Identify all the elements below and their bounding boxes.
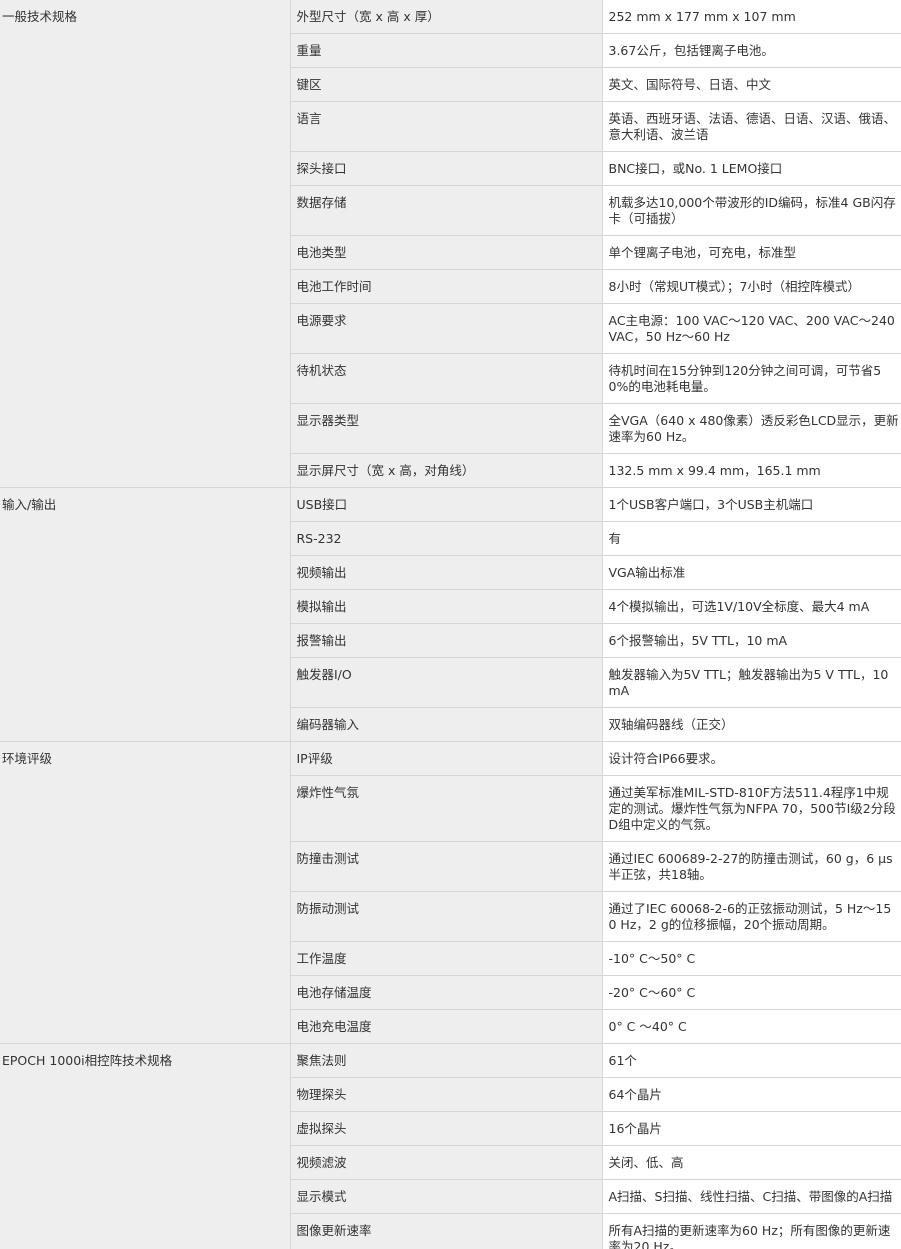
spec-label: 语言: [290, 101, 603, 152]
spec-value: 单个锂离子电池，可充电，标准型: [602, 235, 901, 270]
spec-value: 机载多达10,000个带波形的ID编码，标准4 GB闪存卡（可插拔）: [602, 185, 901, 236]
spec-label: 外型尺寸（宽 x 高 x 厚）: [290, 0, 603, 34]
spec-value: 触发器输入为5V TTL；触发器输出为5 V TTL，10 mA: [602, 657, 901, 708]
spec-label: 报警输出: [290, 623, 603, 658]
spec-value: -20° C～60° C: [602, 975, 901, 1010]
spec-value: 16个晶片: [602, 1111, 901, 1146]
spec-value: 132.5 mm x 99.4 mm，165.1 mm: [602, 453, 901, 488]
spec-value: 所有A扫描的更新速率为60 Hz；所有图像的更新速率为20 Hz。: [602, 1213, 901, 1249]
category-cell: 输入/输出: [0, 487, 291, 742]
spec-value: 英语、西班牙语、法语、德语、日语、汉语、俄语、意大利语、波兰语: [602, 101, 901, 152]
spec-value: BNC接口，或No. 1 LEMO接口: [602, 151, 901, 186]
spec-label: 聚焦法则: [290, 1043, 603, 1078]
spec-label: 电池类型: [290, 235, 603, 270]
spec-label: 图像更新速率: [290, 1213, 603, 1249]
spec-label: 电池工作时间: [290, 269, 603, 304]
spec-value: VGA输出标准: [602, 555, 901, 590]
spec-label: 电源要求: [290, 303, 603, 354]
spec-value: 双轴编码器线（正交）: [602, 707, 901, 742]
spec-label: 显示屏尺寸（宽 x 高，对角线）: [290, 453, 603, 488]
spec-value: 4个模拟输出，可选1V/10V全标度、最大4 mA: [602, 589, 901, 624]
spec-value: 8小时（常规UT模式）；7小时（相控阵模式）: [602, 269, 901, 304]
spec-label: 触发器I/O: [290, 657, 603, 708]
spec-label: 防振动测试: [290, 891, 603, 942]
spec-label: RS-232: [290, 521, 603, 556]
spec-label: 探头接口: [290, 151, 603, 186]
spec-value: 61个: [602, 1043, 901, 1078]
spec-label: 数据存储: [290, 185, 603, 236]
spec-label: IP评级: [290, 741, 603, 776]
spec-label: 虚拟探头: [290, 1111, 603, 1146]
spec-label: 电池存储温度: [290, 975, 603, 1010]
spec-label: 待机状态: [290, 353, 603, 404]
spec-label: 电池充电温度: [290, 1009, 603, 1044]
spec-table: 一般技术规格 外型尺寸（宽 x 高 x 厚） 252 mm x 177 mm x 1…: [0, 0, 901, 1249]
spec-value: 252 mm x 177 mm x 107 mm: [602, 0, 901, 34]
spec-value: 1个USB客户端口，3个USB主机端口: [602, 487, 901, 522]
spec-value: 全VGA（640 x 480像素）透反彩色LCD显示，更新速率为60 Hz。: [602, 403, 901, 454]
spec-label: 编码器输入: [290, 707, 603, 742]
spec-table-body: 一般技术规格 外型尺寸（宽 x 高 x 厚） 252 mm x 177 mm x 1…: [0, 0, 901, 1249]
spec-value: 64个晶片: [602, 1077, 901, 1112]
spec-value: -10° C～50° C: [602, 941, 901, 976]
spec-value: 关闭、低、高: [602, 1145, 901, 1180]
spec-label: 爆炸性气氛: [290, 775, 603, 842]
spec-value: 有: [602, 521, 901, 556]
spec-value: 待机时间在15分钟到120分钟之间可调，可节省50%的电池耗电量。: [602, 353, 901, 404]
spec-value: A扫描、S扫描、线性扫描、C扫描、带图像的A扫描: [602, 1179, 901, 1214]
category-cell: 环境评级: [0, 741, 291, 1044]
spec-label: 模拟输出: [290, 589, 603, 624]
spec-value: 通过了IEC 60068-2-6的正弦振动测试，5 Hz～150 Hz，2 g的…: [602, 891, 901, 942]
spec-label: 重量: [290, 33, 603, 68]
spec-value: AC主电源：100 VAC～120 VAC、200 VAC～240 VAC，50…: [602, 303, 901, 354]
spec-value: 英文、国际符号、日语、中文: [602, 67, 901, 102]
spec-label: 视频输出: [290, 555, 603, 590]
spec-value: 0° C ～40° C: [602, 1009, 901, 1044]
spec-label: 工作温度: [290, 941, 603, 976]
category-cell: 一般技术规格: [0, 0, 291, 488]
spec-value: 设计符合IP66要求。: [602, 741, 901, 776]
spec-label: 物理探头: [290, 1077, 603, 1112]
spec-row: EPOCH 1000i相控阵技术规格 聚焦法则 61个: [0, 1043, 901, 1249]
spec-label: 防撞击测试: [290, 841, 603, 892]
spec-value: 通过美军标准MIL-STD-810F方法511.4程序1中规定的测试。爆炸性气氛…: [602, 775, 901, 842]
spec-value: 通过IEC 600689-2-27的防撞击测试，60 g，6 μs半正弦，共18…: [602, 841, 901, 892]
spec-label: USB接口: [290, 487, 603, 522]
category-cell: EPOCH 1000i相控阵技术规格: [0, 1043, 291, 1249]
spec-value: 6个报警输出，5V TTL，10 mA: [602, 623, 901, 658]
spec-row: 环境评级 IP评级 设计符合IP66要求。: [0, 741, 901, 1044]
spec-label: 视频滤波: [290, 1145, 603, 1180]
spec-label: 键区: [290, 67, 603, 102]
spec-label: 显示模式: [290, 1179, 603, 1214]
spec-value: 3.67公斤，包括锂离子电池。: [602, 33, 901, 68]
spec-label: 显示器类型: [290, 403, 603, 454]
spec-row: 输入/输出 USB接口 1个USB客户端口，3个USB主机端口: [0, 487, 901, 742]
spec-row: 一般技术规格 外型尺寸（宽 x 高 x 厚） 252 mm x 177 mm x 1…: [0, 0, 901, 488]
